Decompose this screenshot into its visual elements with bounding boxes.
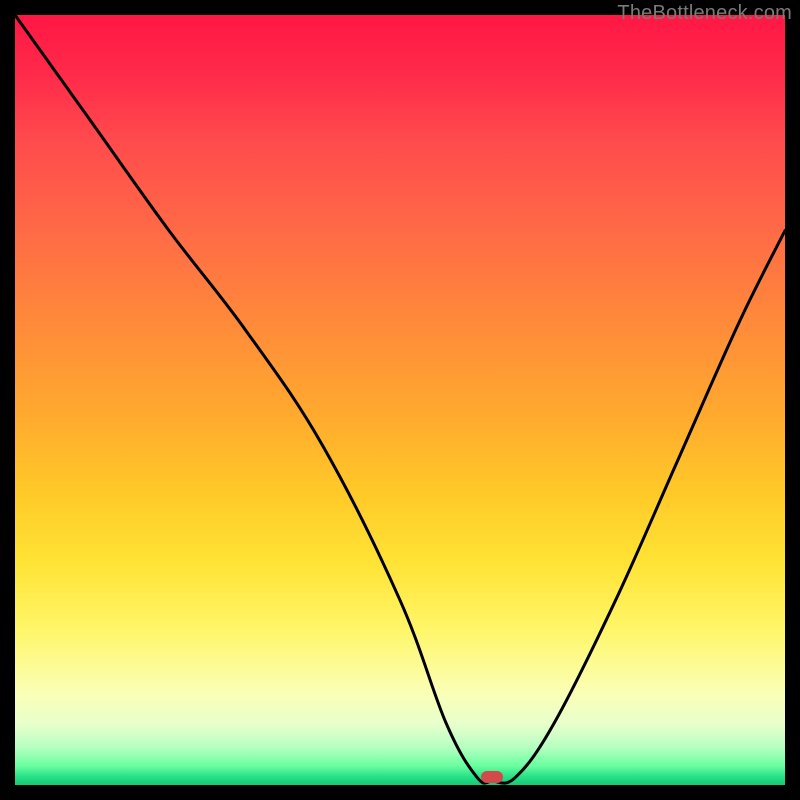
plot-area [15, 15, 785, 785]
attribution-label: TheBottleneck.com [617, 2, 792, 25]
bottleneck-curve [15, 15, 785, 785]
chart-frame: TheBottleneck.com [0, 0, 800, 800]
optimum-marker [481, 771, 503, 783]
